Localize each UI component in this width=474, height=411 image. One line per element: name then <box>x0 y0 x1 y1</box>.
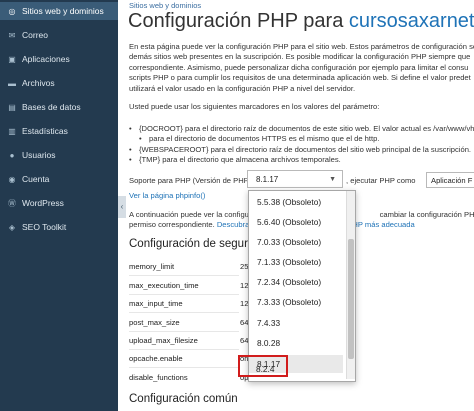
intro-line: En esta página puede ver la configuració… <box>129 42 474 51</box>
chevron-down-icon: ▼ <box>329 176 336 183</box>
account-icon: ◉ <box>8 174 16 184</box>
php-version-option[interactable]: 7.2.34 (Obsoleto) <box>257 277 321 287</box>
setting-name: memory_limit <box>129 262 175 271</box>
sidebar-item-wordpress[interactable]: Ⓦ WordPress <box>0 194 118 212</box>
sidebar-item-label: WordPress <box>22 198 64 208</box>
list-item: {TMP} para el directorio que almacena ar… <box>129 155 474 165</box>
section-title-common: Configuración común <box>129 393 238 405</box>
php-version-option[interactable]: 5.5.38 (Obsoleto) <box>257 197 321 207</box>
chevron-left-icon: ‹ <box>120 202 124 211</box>
apps-icon: ▣ <box>8 54 16 64</box>
sidebar-item-label: Estadísticas <box>22 126 68 136</box>
sidebar-item-label: Correo <box>22 30 48 40</box>
section-title-security: Configuración de seguri <box>129 238 251 250</box>
dropdown-scrollbar[interactable] <box>346 191 355 379</box>
continue-line2-left: permiso correspondiente. <box>129 220 215 230</box>
sidebar-item-users[interactable]: ● Usuarios <box>0 146 118 164</box>
database-icon: ▤ <box>8 102 16 112</box>
divider <box>129 312 239 313</box>
php-version-option[interactable]: 7.1.33 (Obsoleto) <box>257 257 321 267</box>
sidebar-item-label: Usuarios <box>22 150 56 160</box>
list-item: {WEBSPACEROOT} para el directorio raíz d… <box>129 145 474 155</box>
seo-icon: ◈ <box>8 222 16 232</box>
markers-list: {DOCROOT} para el directorio raíz de doc… <box>129 124 474 166</box>
markers-intro: Usted puede usar los siguientes marcador… <box>129 102 380 111</box>
folder-icon: ▬ <box>8 78 16 88</box>
sidebar-item-seo-toolkit[interactable]: ◈ SEO Toolkit <box>0 218 118 236</box>
setting-name: upload_max_filesize <box>129 336 198 345</box>
sidebar-item-files[interactable]: ▬ Archivos <box>0 74 118 92</box>
sidebar-item-databases[interactable]: ▤ Bases de datos <box>0 98 118 116</box>
sidebar-item-account[interactable]: ◉ Cuenta <box>0 170 118 188</box>
php-version-option[interactable]: 7.4.33 <box>257 318 280 328</box>
divider <box>129 367 239 368</box>
intro-line: demás sitios web presentes en la suscrip… <box>129 52 471 62</box>
sidebar-item-label: SEO Toolkit <box>22 222 67 232</box>
sidebar-item-label: Archivos <box>22 78 55 88</box>
setting-name: opcache.enable <box>129 354 183 363</box>
phpinfo-link[interactable]: Ver la página phpinfo() <box>129 191 205 200</box>
sidebar-item-label: Cuenta <box>22 174 50 184</box>
divider <box>129 331 239 332</box>
list-item: {DOCROOT} para el directorio raíz de doc… <box>129 124 474 134</box>
sidebar: ◎ Sitios web y dominios ✉ Correo ▣ Aplic… <box>0 0 118 411</box>
divider <box>129 294 239 295</box>
setting-name: max_execution_time <box>129 281 199 290</box>
globe-icon: ◎ <box>8 6 16 16</box>
intro-line: correspondiente. Asimismo, puede persona… <box>129 62 469 72</box>
stats-icon: ▥ <box>8 126 16 136</box>
sidebar-item-mail[interactable]: ✉ Correo <box>0 26 118 44</box>
sidebar-collapse-toggle[interactable]: ‹ <box>118 196 126 218</box>
setting-name: disable_functions <box>129 373 188 382</box>
setting-name: post_max_size <box>129 318 180 327</box>
php-version-select-value: 8.1.17 <box>256 175 279 184</box>
intro-line: scripts PHP o para cumplir los requisito… <box>129 73 471 83</box>
php-handler-select[interactable]: Aplicación F <box>426 172 474 188</box>
sidebar-item-label: Bases de datos <box>22 102 81 112</box>
sidebar-item-applications[interactable]: ▣ Aplicaciones <box>0 50 118 68</box>
breadcrumb[interactable]: Sitios web y dominios <box>129 1 201 10</box>
page-title: Configuración PHP para cursosaxarnet.es <box>128 10 474 33</box>
sidebar-item-label: Aplicaciones <box>22 54 70 64</box>
php-version-option[interactable]: 8.2.4 <box>256 364 274 374</box>
setting-name: max_input_time <box>129 299 183 308</box>
php-version-option[interactable]: 5.6.40 (Obsoleto) <box>257 217 321 227</box>
page-title-prefix: Configuración PHP para <box>128 10 349 32</box>
wordpress-icon: Ⓦ <box>8 198 16 208</box>
intro-line: utilizará el valor usado en la configura… <box>129 83 356 93</box>
user-icon: ● <box>9 150 15 160</box>
envelope-icon: ✉ <box>8 30 16 40</box>
sidebar-item-label: Sitios web y dominios <box>22 6 104 16</box>
php-support-label: Soporte para PHP (Versión de PHP <box>129 176 249 185</box>
discover-link[interactable]: Descubra <box>217 220 250 229</box>
php-version-option[interactable]: 8.0.28 <box>257 338 280 348</box>
php-version-option[interactable]: 7.3.33 (Obsoleto) <box>257 297 321 307</box>
php-version-option[interactable]: 7.0.33 (Obsoleto) <box>257 237 321 247</box>
divider <box>129 275 239 276</box>
dropdown-scrollbar-thumb[interactable] <box>348 239 354 359</box>
best-php-link[interactable]: PHP más adecuada <box>347 220 414 229</box>
divider <box>129 349 239 350</box>
page-title-domain: cursosaxarnet.es <box>348 10 474 32</box>
list-item: para el directorio de documentos HTTPS e… <box>129 134 474 144</box>
php-version-select[interactable]: 8.1.17 ▼ <box>247 170 343 188</box>
continue-line-right: cambiar la configuración PHP se <box>379 210 474 219</box>
sidebar-item-statistics[interactable]: ▥ Estadísticas <box>0 122 118 140</box>
exec-php-as-label: , ejecutar PHP como <box>346 176 416 185</box>
sidebar-item-websites-domains[interactable]: ◎ Sitios web y dominios <box>0 2 118 20</box>
php-version-dropdown[interactable]: 5.5.38 (Obsoleto) 5.6.40 (Obsoleto) 7.0.… <box>248 190 356 382</box>
